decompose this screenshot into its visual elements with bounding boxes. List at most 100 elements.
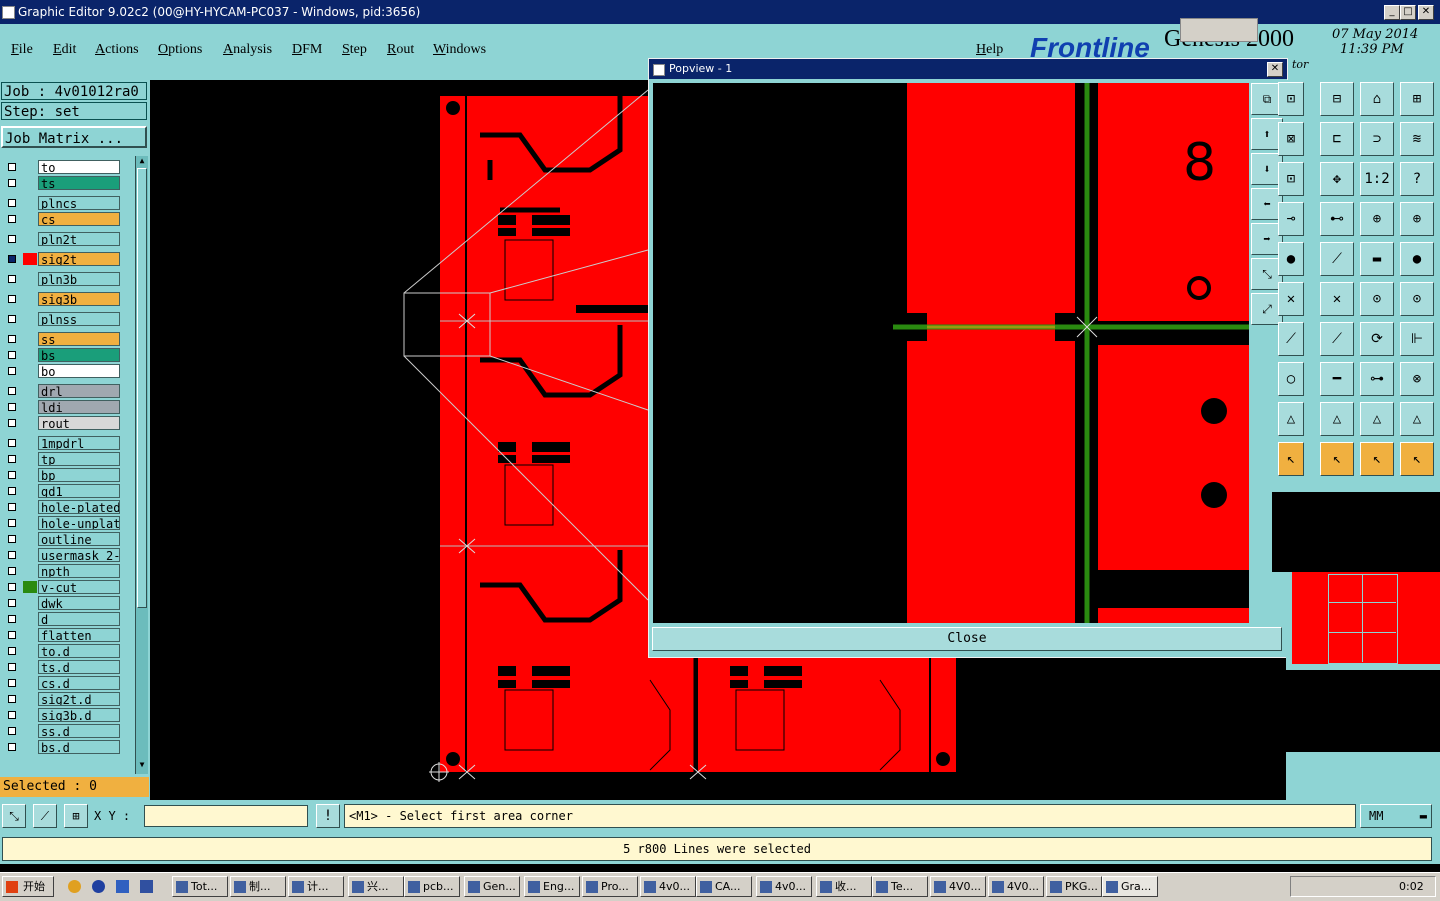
layer-row-gd1[interactable]: gd1 [3, 484, 120, 498]
layer-checkbox[interactable] [8, 615, 16, 623]
layer-checkbox[interactable] [8, 647, 16, 655]
tool-button[interactable]: ● [1278, 242, 1304, 276]
layer-color-swatch[interactable] [23, 517, 37, 529]
layer-name[interactable]: rout [38, 416, 120, 430]
layer-row-cs[interactable]: cs [3, 212, 120, 226]
layer-row-sig3b.d[interactable]: sig3b.d [3, 708, 120, 722]
tool-button[interactable]: ⊷ [1320, 202, 1354, 236]
layer-color-swatch[interactable] [23, 709, 37, 721]
layer-color-swatch[interactable] [23, 741, 37, 753]
tool-button[interactable]: ⊙ [1360, 282, 1394, 316]
tool-button[interactable]: ⊗ [1400, 362, 1434, 396]
layer-color-swatch[interactable] [23, 581, 37, 593]
close-window-button[interactable]: ✕ [1418, 5, 1434, 20]
tool-button[interactable]: ⊕ [1400, 202, 1434, 236]
layer-color-swatch[interactable] [23, 233, 37, 245]
tool-button[interactable]: △ [1360, 402, 1394, 436]
layer-name[interactable]: tp [38, 452, 120, 466]
layer-name[interactable]: hole-plated [38, 500, 120, 514]
tool-button[interactable]: ▬ [1360, 242, 1394, 276]
maximize-button[interactable]: □ [1400, 5, 1416, 20]
tool-button[interactable]: △ [1400, 402, 1434, 436]
layer-name[interactable]: hole-unplated [38, 516, 120, 530]
tool-button[interactable]: ━ [1320, 362, 1354, 396]
layer-name[interactable]: d [38, 612, 120, 626]
layer-checkbox[interactable] [8, 315, 16, 323]
layer-row-v-cut[interactable]: v-cut [3, 580, 120, 594]
layer-name[interactable]: sig2t [38, 252, 120, 266]
quick-launch-icon[interactable] [116, 880, 129, 893]
layer-checkbox[interactable] [8, 367, 16, 375]
tool-button[interactable]: ⊡ [1278, 162, 1304, 196]
tool-button[interactable]: ⊙ [1400, 282, 1434, 316]
taskbar-item[interactable]: Te... [872, 876, 928, 897]
layer-name[interactable]: outline [38, 532, 120, 546]
layer-checkbox[interactable] [8, 471, 16, 479]
layer-row-bs[interactable]: bs [3, 348, 120, 362]
layer-checkbox[interactable] [8, 403, 16, 411]
tool-button[interactable]: ⟋ [1320, 242, 1354, 276]
layer-name[interactable]: bs.d [38, 740, 120, 754]
layer-color-swatch[interactable] [23, 253, 37, 265]
taskbar-item[interactable]: pcb... [404, 876, 460, 897]
tool-button[interactable]: △ [1278, 402, 1304, 436]
tool-button[interactable]: ? [1400, 162, 1434, 196]
taskbar-item[interactable]: Gra... [1102, 876, 1158, 897]
taskbar-item[interactable]: 4v0... [756, 876, 812, 897]
tool-button[interactable]: ↖ [1278, 442, 1304, 476]
layer-color-swatch[interactable] [23, 197, 37, 209]
taskbar-item[interactable]: 兴... [348, 876, 404, 897]
layer-checkbox[interactable] [8, 255, 16, 263]
tool-button[interactable]: ⊠ [1278, 122, 1304, 156]
layer-row-sig3b[interactable]: sig3b [3, 292, 120, 306]
layer-checkbox[interactable] [8, 663, 16, 671]
tool-button[interactable]: ⟳ [1360, 322, 1394, 356]
layer-checkbox[interactable] [8, 179, 16, 187]
job-matrix-button[interactable]: Job Matrix ... [1, 126, 147, 148]
tool-button[interactable]: ⊶ [1360, 362, 1394, 396]
layer-color-swatch[interactable] [23, 417, 37, 429]
layer-row-cs.d[interactable]: cs.d [3, 676, 120, 690]
layer-row-tp[interactable]: tp [3, 452, 120, 466]
units-select[interactable]: MM ▬ [1360, 804, 1432, 828]
layer-row-plncs[interactable]: plncs [3, 196, 120, 210]
layer-name[interactable]: dwk [38, 596, 120, 610]
tool-button[interactable]: ⌂ [1360, 82, 1394, 116]
layer-checkbox[interactable] [8, 487, 16, 495]
layer-name[interactable]: bs [38, 348, 120, 362]
layer-color-swatch[interactable] [23, 597, 37, 609]
layer-checkbox[interactable] [8, 335, 16, 343]
layer-name[interactable]: to.d [38, 644, 120, 658]
layer-name[interactable]: bo [38, 364, 120, 378]
tool-button[interactable]: ○ [1278, 362, 1304, 396]
layer-row-bo[interactable]: bo [3, 364, 120, 378]
layer-row-bs.d[interactable]: bs.d [3, 740, 120, 754]
tool-button[interactable]: ⊸ [1278, 202, 1304, 236]
layer-color-swatch[interactable] [23, 437, 37, 449]
layer-color-swatch[interactable] [23, 453, 37, 465]
layer-row-flatten[interactable]: flatten [3, 628, 120, 642]
layer-color-swatch[interactable] [23, 725, 37, 737]
layer-name[interactable]: ts.d [38, 660, 120, 674]
layer-row-ldi[interactable]: ldi [3, 400, 120, 414]
layer-checkbox[interactable] [8, 583, 16, 591]
layer-color-swatch[interactable] [23, 565, 37, 577]
layer-checkbox[interactable] [8, 519, 16, 527]
tool-button[interactable]: △ [1320, 402, 1354, 436]
taskbar-item[interactable]: Eng... [524, 876, 580, 897]
layer-name[interactable]: sig2t.d [38, 692, 120, 706]
layer-checkbox[interactable] [8, 599, 16, 607]
taskbar-item[interactable]: 制... [230, 876, 286, 897]
taskbar-item[interactable]: 4v0... [640, 876, 696, 897]
layer-checkbox[interactable] [8, 551, 16, 559]
layer-color-swatch[interactable] [23, 645, 37, 657]
layer-name[interactable]: 1mpdrl [38, 436, 120, 450]
menu-windows[interactable]: Windows [433, 42, 486, 58]
layer-row-1mpdrl[interactable]: 1mpdrl [3, 436, 120, 450]
layer-checkbox[interactable] [8, 631, 16, 639]
layer-checkbox[interactable] [8, 215, 16, 223]
layer-name[interactable]: to [38, 160, 120, 174]
layer-color-swatch[interactable] [23, 401, 37, 413]
tool-button[interactable]: ≋ [1400, 122, 1434, 156]
taskbar-item[interactable]: 计... [288, 876, 344, 897]
